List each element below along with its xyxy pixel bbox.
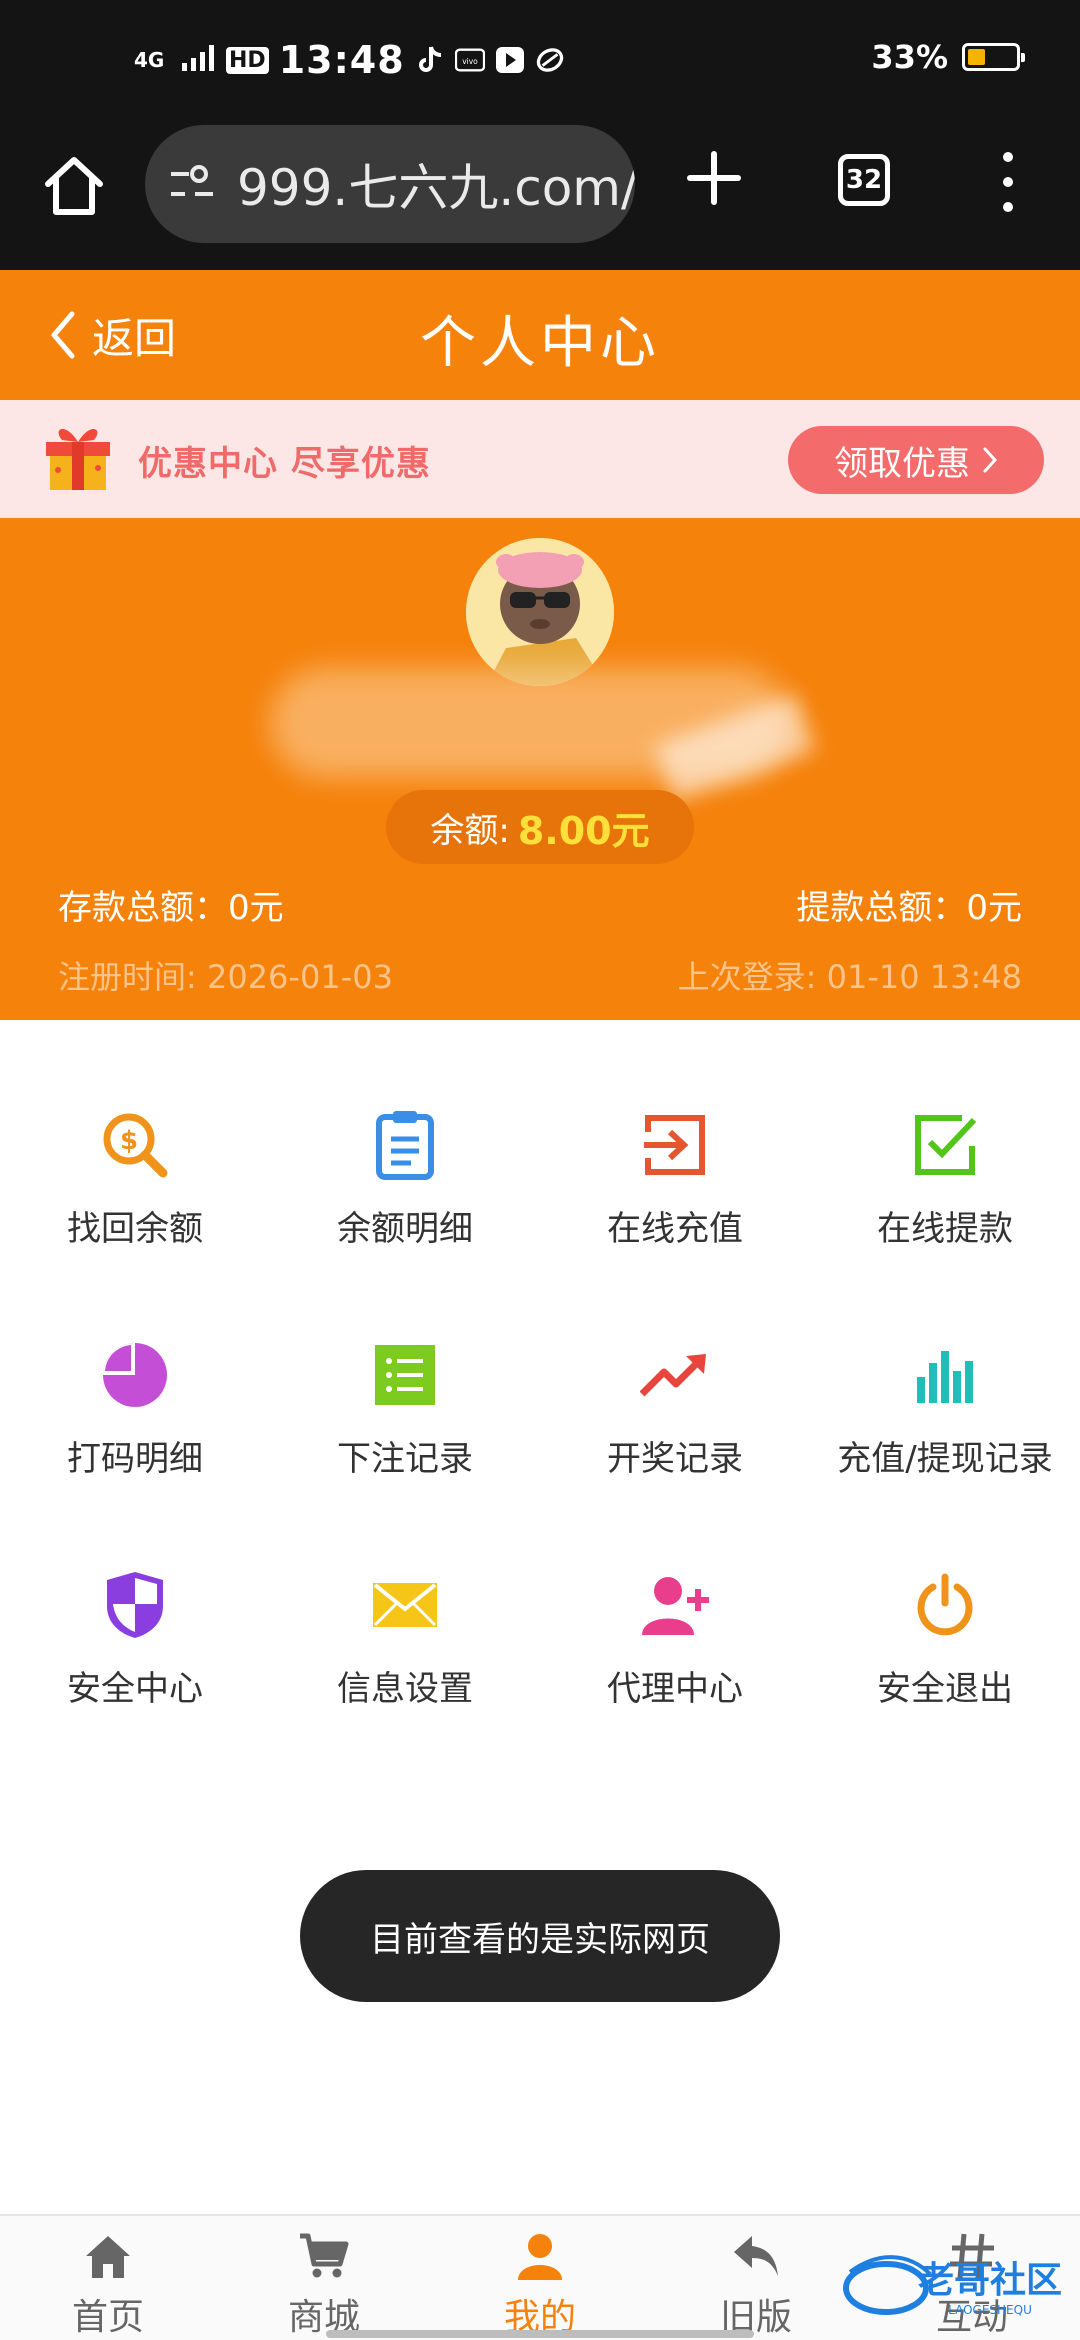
hd-badge: HD (226, 46, 269, 74)
avatar-image (466, 538, 614, 686)
play-icon (495, 45, 525, 75)
menu-label: 下注记录 (337, 1439, 473, 1479)
list-icon (375, 1344, 435, 1405)
menu-item-lottery-records[interactable]: 开奖记录 (540, 1250, 810, 1480)
cart-icon (300, 2233, 349, 2278)
watermark-logo: 老哥社区 LAOGESHEQU (843, 2255, 1062, 2317)
gift-icon (46, 428, 110, 490)
nav-label: 首页 (71, 2297, 144, 2338)
svg-text:老哥社区: 老哥社区 (918, 2260, 1062, 2301)
nav-old-version[interactable]: 旧版 (648, 2216, 864, 2340)
menu-item-deposit-withdraw-records[interactable]: 充值/提现记录 (810, 1250, 1080, 1480)
plus-icon (687, 151, 741, 205)
nav-mall[interactable]: 商城 (216, 2216, 432, 2340)
menu-label: 安全退出 (877, 1669, 1013, 1709)
home-icon (86, 2236, 130, 2278)
clipboard-icon (376, 1110, 434, 1180)
promo-text: 优惠中心 尽享优惠 (138, 444, 431, 484)
status-bar: 4G HD 13:48 vivo 33% (0, 0, 1080, 120)
signal-icon (182, 45, 216, 75)
menu-item-agent-center[interactable]: 代理中心 (540, 1480, 810, 1710)
menu-dot (1003, 202, 1013, 212)
claim-offer-button[interactable]: 领取优惠 (788, 426, 1044, 494)
svg-text:LAOGESHEQU: LAOGESHEQU (948, 2303, 1032, 2317)
svg-text:vivo: vivo (462, 57, 478, 66)
menu-label: 余额明细 (337, 1209, 473, 1249)
tiktok-icon (415, 45, 445, 75)
reply-icon (734, 2236, 778, 2276)
avatar[interactable] (466, 538, 614, 686)
add-user-icon (642, 1576, 709, 1635)
search-money-icon: $ (103, 1113, 168, 1177)
menu-item-bet-code-details[interactable]: 打码明细 (0, 1250, 270, 1480)
balance-value: 8.00元 (517, 808, 650, 853)
promo-banner: 优惠中心 尽享优惠 领取优惠 (0, 400, 1080, 518)
power-icon (917, 1573, 973, 1635)
menu-label: 代理中心 (607, 1669, 743, 1709)
trending-up-icon (640, 1353, 706, 1396)
battery-percent: 33% (871, 38, 948, 76)
menu-item-message-settings[interactable]: 信息设置 (270, 1480, 540, 1710)
page-title: 个人中心 (420, 311, 660, 376)
nav-mine[interactable]: 我的 (432, 2216, 648, 2340)
browser-toolbar: 999.七六九.com/ 32 (0, 120, 1080, 270)
menu-item-balance-details[interactable]: 余额明细 (270, 1020, 540, 1250)
withdraw-total: 提款总额：0元 (796, 888, 1022, 928)
app-header: 返回 个人中心 (0, 270, 1080, 400)
deposit-total: 存款总额：0元 (58, 888, 284, 928)
checkbox-icon (915, 1114, 977, 1175)
menu-item-security-center[interactable]: 安全中心 (0, 1480, 270, 1710)
balance-label: 余额: (430, 810, 510, 851)
menu-item-bet-records[interactable]: 下注记录 (270, 1250, 540, 1480)
nav-home[interactable]: 首页 (0, 2216, 216, 2340)
address-bar[interactable]: 999.七六九.com/ (145, 125, 635, 243)
user-icon (518, 2234, 562, 2280)
bar-chart-icon (917, 1350, 973, 1403)
menu-label: 在线提款 (877, 1209, 1013, 1249)
menu-label: 信息设置 (337, 1669, 473, 1709)
menu-item-logout[interactable]: 安全退出 (810, 1480, 1080, 1710)
last-login: 上次登录: 01-10 13:48 (677, 958, 1022, 996)
status-time: 13:48 (278, 38, 405, 82)
register-time: 注册时间: 2026-01-03 (58, 958, 393, 996)
svg-text:$: $ (120, 1126, 138, 1156)
pie-chart-icon (103, 1342, 167, 1407)
menu-label: 安全中心 (67, 1669, 203, 1709)
network-type: 4G (134, 48, 165, 72)
home-icon (45, 157, 103, 215)
toast-message: 目前查看的是实际网页 (300, 1870, 780, 2002)
menu-item-online-recharge[interactable]: 在线充值 (540, 1020, 810, 1250)
chevron-right-icon (983, 447, 998, 473)
menu-label: 开奖记录 (607, 1439, 743, 1479)
vivo-icon: vivo (454, 45, 485, 75)
home-indicator[interactable] (326, 2330, 754, 2338)
menu-label: 充值/提现记录 (837, 1439, 1053, 1479)
battery-level (968, 49, 986, 65)
app-icon (535, 45, 565, 75)
envelope-icon (373, 1582, 437, 1627)
profile-card: 余额: 8.00元 存款总额：0元 提款总额：0元 注册时间: 2026-01-… (0, 518, 1080, 1020)
claim-offer-label: 领取优惠 (834, 443, 970, 484)
menu-grid: $ 找回余额 余额明细 在线充值 在线提款 打码明细 下注记录 开奖记录 充值/… (0, 1020, 1080, 1720)
menu-dot (1003, 177, 1013, 187)
menu-dot (1003, 152, 1013, 162)
shield-icon (107, 1571, 163, 1638)
balance-pill: 余额: 8.00元 (386, 790, 694, 864)
browser-home-button[interactable] (38, 150, 110, 222)
menu-item-online-withdraw[interactable]: 在线提款 (810, 1020, 1080, 1250)
browser-menu-button[interactable] (996, 152, 1020, 212)
menu-label: 找回余额 (67, 1209, 203, 1249)
url-text[interactable]: 999.七六九.com/ (237, 148, 635, 220)
menu-item-recover-balance[interactable]: $ 找回余额 (0, 1020, 270, 1250)
battery-icon (962, 43, 1025, 71)
login-box-icon (644, 1114, 705, 1175)
menu-label: 打码明细 (67, 1439, 203, 1479)
menu-label: 在线充值 (607, 1209, 743, 1249)
site-settings-icon[interactable] (167, 159, 217, 209)
tab-switcher-button[interactable]: 32 (838, 154, 890, 206)
new-tab-button[interactable] (684, 148, 744, 208)
